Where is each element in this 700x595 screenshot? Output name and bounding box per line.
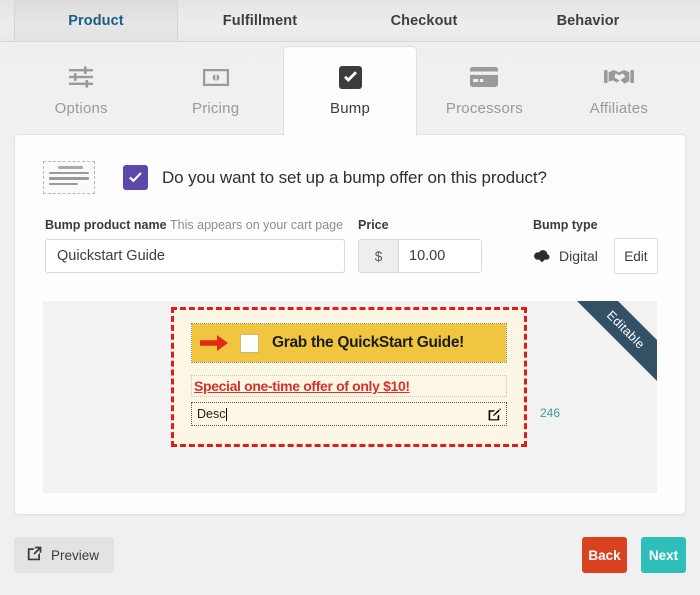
editable-ribbon: Editable [562, 301, 657, 393]
document-lines-icon [43, 161, 95, 194]
bump-name-hint: This appears on your cart page [170, 218, 344, 232]
sliders-icon [68, 63, 94, 91]
wizard-nav-buttons: Back Next [582, 537, 686, 573]
secondary-tab-bar: Options Pricing Bump Processors Affiliat… [14, 46, 686, 136]
subtab-pricing[interactable]: Pricing [148, 46, 282, 136]
back-button[interactable]: Back [582, 537, 627, 573]
subtab-affiliates[interactable]: Affiliates [552, 46, 686, 136]
description-char-count: 246 [540, 406, 561, 420]
subtab-processors-label: Processors [445, 100, 523, 117]
banknote-icon [202, 63, 230, 91]
tab-product[interactable]: Product [14, 0, 178, 41]
subtab-bump[interactable]: Bump [282, 46, 418, 136]
subtab-processors[interactable]: Processors [417, 46, 551, 136]
cloud-download-icon [533, 249, 551, 263]
subtab-pricing-label: Pricing [191, 100, 240, 117]
subtab-options-label: Options [54, 100, 108, 117]
bump-offer-headline-bar[interactable]: Grab the QuickStart Guide! [191, 323, 507, 363]
bump-name-input[interactable] [45, 239, 345, 273]
currency-symbol: $ [358, 239, 398, 273]
bump-offer-editable-region[interactable]: Grab the QuickStart Guide! Special one-t… [171, 307, 527, 447]
handshake-icon [603, 63, 634, 91]
subtab-options[interactable]: Options [14, 46, 148, 136]
bump-name-label-text: Bump product name [45, 218, 167, 232]
bump-fields-row: Bump product name This appears on your c… [15, 194, 685, 274]
price-input[interactable] [398, 239, 482, 273]
preview-button-label: Preview [51, 547, 100, 563]
bump-enable-row: Do you want to set up a bump offer on th… [15, 135, 685, 194]
bump-offer-description-field[interactable]: Desc [191, 402, 507, 426]
primary-tab-bar: Product Fulfillment Checkout Behavior [0, 0, 700, 42]
checkbox-checked-icon [338, 63, 362, 91]
bump-offer-headline: Grab the QuickStart Guide! [272, 334, 465, 351]
enable-bump-question: Do you want to set up a bump offer on th… [162, 167, 547, 187]
tab-checkout-label: Checkout [390, 12, 458, 29]
price-input-group: $ [358, 239, 482, 273]
price-label: Price [358, 218, 389, 232]
tab-checkout[interactable]: Checkout [342, 0, 506, 41]
tab-behavior-label: Behavior [556, 12, 620, 29]
bump-settings-card: Do you want to set up a bump offer on th… [14, 134, 686, 515]
tab-fulfillment-label: Fulfillment [222, 12, 298, 29]
bump-type-group: Bump type Digital Edit [533, 218, 658, 274]
bump-type-label: Bump type [533, 218, 598, 232]
subtab-affiliates-label: Affiliates [589, 100, 649, 117]
tab-product-label: Product [68, 12, 124, 29]
bump-type-edit-button[interactable]: Edit [613, 238, 658, 274]
preview-button[interactable]: Preview [14, 537, 115, 573]
bump-offer-checkbox[interactable] [240, 333, 259, 353]
external-link-icon [27, 546, 51, 564]
bump-type-value: Digital [559, 248, 598, 264]
subtab-bump-label: Bump [330, 100, 371, 117]
credit-card-icon [470, 63, 499, 91]
bump-preview-pane: Editable Grab the QuickStart Guide! Spec… [43, 301, 657, 493]
enable-bump-checkbox[interactable] [123, 165, 148, 190]
tab-behavior[interactable]: Behavior [506, 0, 670, 41]
bump-offer-description-text: Desc [197, 407, 226, 421]
bump-offer-subheadline[interactable]: Special one-time offer of only $10! [191, 375, 507, 397]
pencil-square-icon[interactable] [488, 407, 501, 421]
text-caret [226, 407, 228, 421]
secondary-tab-bar-region: Options Pricing Bump Processors Affiliat… [0, 42, 700, 136]
wizard-footer: Preview Back Next [14, 537, 686, 573]
bump-name-label: Bump product name This appears on your c… [45, 218, 345, 232]
bump-type-value-row: Digital Edit [533, 238, 658, 274]
bump-name-field-group: Bump product name This appears on your c… [45, 218, 345, 273]
next-button[interactable]: Next [641, 537, 686, 573]
red-arrow-right-icon [200, 335, 228, 351]
tab-fulfillment[interactable]: Fulfillment [178, 0, 342, 41]
price-field-group: Price $ [358, 218, 482, 273]
